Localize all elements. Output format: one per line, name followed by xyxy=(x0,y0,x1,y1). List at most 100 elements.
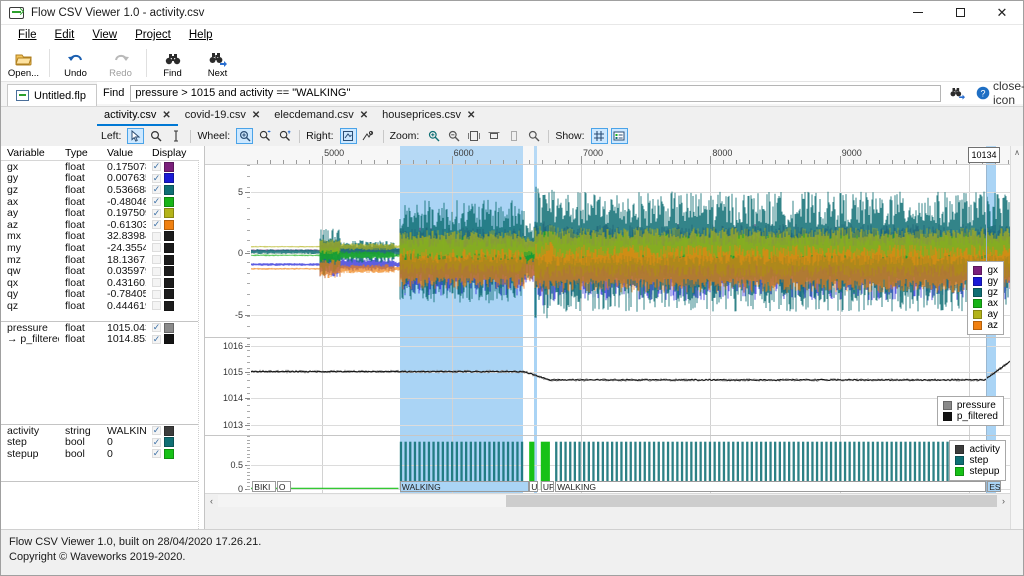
measure-tool[interactable] xyxy=(360,128,377,144)
variable-row[interactable]: myfloat-24.35546875 xyxy=(1,242,204,254)
legend-toggle-icon[interactable] xyxy=(611,128,628,144)
zoom-reset-icon[interactable] xyxy=(525,128,542,144)
activity-plot-canvas[interactable]: BIKIOWALKINGUUPWALKINGESWALKING xyxy=(251,436,1010,493)
activity-state-label[interactable]: ES xyxy=(987,481,1001,492)
variable-color-swatch[interactable] xyxy=(164,278,174,288)
activity-state-label[interactable]: U xyxy=(529,481,538,492)
menu-help[interactable]: Help xyxy=(180,27,222,43)
zoom-y-tool[interactable] xyxy=(276,128,293,144)
variable-visibility-checkbox[interactable]: ✓ xyxy=(152,323,161,332)
column-header-variable[interactable]: Variable xyxy=(1,147,59,159)
variable-row[interactable]: mxfloat32.83984375 xyxy=(1,231,204,243)
variable-color-swatch[interactable] xyxy=(164,437,174,447)
tab-covid-19-csv-close-icon[interactable]: ✕ xyxy=(252,110,260,121)
menu-view[interactable]: View xyxy=(83,27,126,43)
variable-row[interactable]: qyfloat-0.7840531071 xyxy=(1,289,204,301)
chart-vertical-scrollbar[interactable]: ∧ xyxy=(1010,146,1023,529)
variable-row[interactable]: axfloat-0.48046875✓ xyxy=(1,196,204,208)
zoom-out-icon[interactable] xyxy=(445,128,462,144)
variable-row[interactable]: qxfloat0.4316011235 xyxy=(1,277,204,289)
project-tab-untitled[interactable]: Untitled.flp xyxy=(7,84,97,106)
open-button[interactable]: Open... xyxy=(1,45,46,81)
variable-visibility-checkbox[interactable]: ✓ xyxy=(152,162,161,171)
variable-visibility-checkbox[interactable]: ✓ xyxy=(152,174,161,183)
imu-plot-panel[interactable]: 50-5 gx gy gz ax ay az xyxy=(205,165,1010,338)
variable-color-swatch[interactable] xyxy=(164,266,174,276)
variable-row[interactable]: stepbool0✓ xyxy=(1,437,204,449)
variable-row[interactable]: ayfloat0.1975097656✓ xyxy=(1,207,204,219)
variable-visibility-checkbox[interactable]: ✓ xyxy=(152,220,161,229)
find-button[interactable]: Find xyxy=(150,45,195,81)
variable-visibility-checkbox[interactable]: ✓ xyxy=(152,335,161,344)
scroll-right-arrow[interactable]: › xyxy=(997,495,1010,508)
variable-visibility-checkbox[interactable] xyxy=(152,232,161,241)
pointer-select-tool[interactable] xyxy=(127,128,144,144)
pressure-plot-panel[interactable]: 1016101510141013 pressure p_filtered xyxy=(205,338,1010,436)
maximize-button[interactable] xyxy=(939,1,981,24)
variable-color-swatch[interactable] xyxy=(164,185,174,195)
activity-plot-panel[interactable]: 0.50 BIKIOWALKINGUUPWALKINGESWALKING act… xyxy=(205,436,1010,493)
grid-toggle-icon[interactable] xyxy=(591,128,608,144)
variable-visibility-checkbox[interactable]: ✓ xyxy=(152,449,161,458)
close-find-icon[interactable]: close-icon xyxy=(999,84,1019,102)
minimize-button[interactable] xyxy=(897,1,939,24)
variable-color-swatch[interactable] xyxy=(164,243,174,253)
tab-activity-csv-close-icon[interactable]: ✕ xyxy=(162,110,170,121)
undo-button[interactable]: Undo xyxy=(53,45,98,81)
magnifier-tool[interactable] xyxy=(147,128,164,144)
activity-state-label[interactable]: BIKI xyxy=(252,481,275,492)
column-header-type[interactable]: Type xyxy=(59,147,101,159)
menu-file[interactable]: File xyxy=(9,27,46,43)
variable-color-swatch[interactable] xyxy=(164,301,174,311)
variable-color-swatch[interactable] xyxy=(164,334,174,344)
variable-row[interactable]: qwfloat0.03597989528 xyxy=(1,265,204,277)
variable-row[interactable]: gxfloat0.1750783406✓ xyxy=(1,161,204,173)
pressure-plot-canvas[interactable] xyxy=(251,338,1010,435)
variable-color-swatch[interactable] xyxy=(164,255,174,265)
variable-row[interactable]: qzfloat0.4446196604 xyxy=(1,300,204,312)
tab-houseprices-csv[interactable]: houseprices.csv ✕ xyxy=(375,106,482,126)
variable-color-swatch[interactable] xyxy=(164,208,174,218)
variable-visibility-checkbox[interactable] xyxy=(152,278,161,287)
next-button[interactable]: Next xyxy=(195,45,240,81)
variable-visibility-checkbox[interactable]: ✓ xyxy=(152,185,161,194)
variable-color-swatch[interactable] xyxy=(164,449,174,459)
pan-drag-tool[interactable] xyxy=(340,128,357,144)
variable-row[interactable]: gyfloat0.007635815477✓ xyxy=(1,173,204,185)
tab-elecdemand-csv[interactable]: elecdemand.csv ✕ xyxy=(267,106,375,126)
zoom-fit-all-icon[interactable] xyxy=(465,128,482,144)
variable-color-swatch[interactable] xyxy=(164,289,174,299)
variable-row[interactable]: mzfloat18.13671875 xyxy=(1,254,204,266)
tab-activity-csv[interactable]: activity.csv ✕ xyxy=(97,106,178,126)
activity-state-label[interactable]: WALKING xyxy=(555,481,986,492)
variable-row[interactable]: pressurefloat1015.043086✓ xyxy=(1,322,204,334)
find-input[interactable]: pressure > 1015 and activity == "WALKING… xyxy=(130,85,941,102)
column-header-value[interactable]: Value xyxy=(101,147,146,159)
variable-visibility-checkbox[interactable]: ✓ xyxy=(152,426,161,435)
scroll-up-arrow[interactable]: ∧ xyxy=(1014,146,1020,159)
zoom-in-icon[interactable] xyxy=(425,128,442,144)
variable-visibility-checkbox[interactable] xyxy=(152,301,161,310)
hscroll-thumb[interactable] xyxy=(506,495,997,507)
scroll-left-arrow[interactable]: ‹ xyxy=(205,495,218,508)
ruler-cursor-readout[interactable]: 10134 xyxy=(968,147,999,163)
variable-color-swatch[interactable] xyxy=(164,426,174,436)
hscroll-track[interactable] xyxy=(218,495,997,507)
variable-visibility-checkbox[interactable] xyxy=(152,243,161,252)
variable-visibility-checkbox[interactable]: ✓ xyxy=(152,209,161,218)
help-circle-icon[interactable]: ? xyxy=(973,84,993,102)
column-header-display[interactable]: Display xyxy=(146,147,204,159)
variable-row[interactable]: stepupbool0✓ xyxy=(1,448,204,460)
variable-visibility-checkbox[interactable]: ✓ xyxy=(152,438,161,447)
zoom-both-tool[interactable] xyxy=(236,128,253,144)
horizontal-scrollbar[interactable]: ‹ › xyxy=(205,493,1010,508)
activity-state-label[interactable]: WALKING xyxy=(400,481,529,492)
variable-color-swatch[interactable] xyxy=(164,323,174,333)
tab-houseprices-csv-close-icon[interactable]: ✕ xyxy=(467,110,475,121)
variable-color-swatch[interactable] xyxy=(164,197,174,207)
variable-visibility-checkbox[interactable] xyxy=(152,290,161,299)
variable-panel-scrollbar[interactable] xyxy=(198,160,204,529)
variable-color-swatch[interactable] xyxy=(164,220,174,230)
variable-visibility-checkbox[interactable] xyxy=(152,255,161,264)
variable-row[interactable]: azfloat-0.6130371094✓ xyxy=(1,219,204,231)
